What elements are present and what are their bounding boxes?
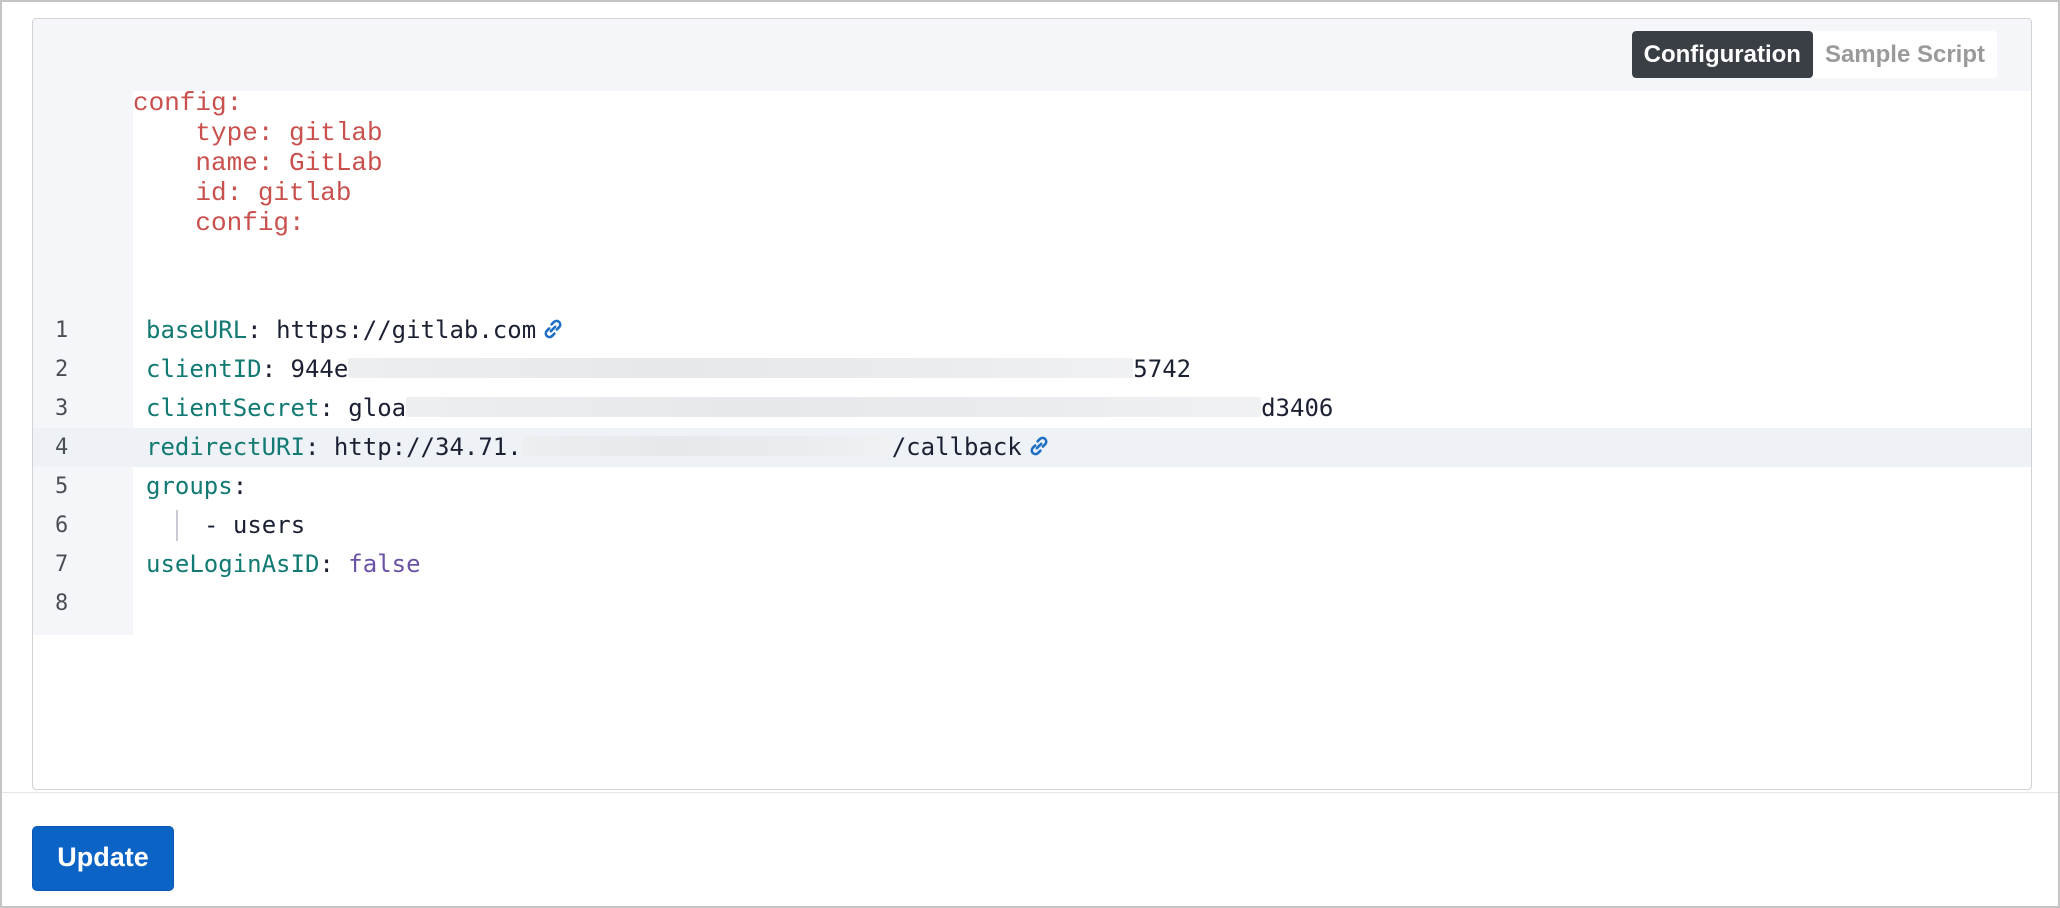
line-content: clientID: 944e 5742 — [146, 355, 1192, 383]
window-frame: Configuration Sample Script config: type… — [0, 0, 2060, 908]
line-number: 4 — [55, 435, 69, 460]
yaml-boolean: false — [348, 550, 421, 578]
redacted-mask — [406, 397, 1262, 417]
line-content: baseURL: https://gitlab.com — [146, 311, 566, 350]
config-preamble: config: type: gitlab name: GitLab id: gi… — [133, 88, 2031, 311]
tab-configuration[interactable]: Configuration — [1631, 31, 1813, 78]
yaml-key: clientID — [146, 355, 262, 383]
yaml-value-start: gloa — [348, 394, 407, 422]
line-content: clientSecret: gloa d3406 — [146, 394, 1334, 422]
yaml-key: baseURL — [146, 316, 248, 344]
redacted-mask — [348, 358, 1134, 378]
indent-guide — [176, 510, 178, 541]
footer-divider — [2, 792, 2058, 793]
link-icon[interactable] — [540, 316, 566, 342]
code-line: 6 - users — [33, 506, 2031, 545]
yaml-key: clientSecret — [146, 394, 320, 422]
code-line: 3 clientSecret: gloa d3406 — [33, 389, 2031, 428]
code-line: 5 groups: — [33, 467, 2031, 506]
redacted-mask — [521, 436, 892, 456]
view-toggle: Configuration Sample Script — [1631, 31, 1997, 78]
link-icon[interactable] — [1026, 433, 1052, 459]
line-number: 3 — [55, 396, 69, 421]
preamble-line: name: GitLab — [133, 148, 383, 178]
yaml-key: groups — [146, 472, 233, 500]
line-content: useLoginAsID: false — [146, 550, 421, 578]
preamble-line: config: — [133, 88, 243, 118]
line-number: 8 — [55, 591, 69, 616]
code-line-active: 4 redirectURI: http://34.71./callback — [33, 428, 2031, 467]
line-content: - users — [204, 506, 305, 545]
yaml-key: useLoginAsID — [146, 550, 320, 578]
line-number: 5 — [55, 474, 69, 499]
code-line: 8 — [33, 584, 2031, 623]
code-line: 1 baseURL: https://gitlab.com — [33, 311, 2031, 350]
line-content: redirectURI: http://34.71./callback — [146, 428, 1052, 467]
yaml-list-item: - users — [204, 511, 306, 539]
code-editor[interactable]: 1 baseURL: https://gitlab.com 2 clientID… — [33, 311, 2031, 635]
line-number: 2 — [55, 357, 69, 382]
preamble-line: id: gitlab — [133, 178, 352, 208]
config-editor: Configuration Sample Script config: type… — [32, 18, 2032, 790]
tab-sample-script[interactable]: Sample Script — [1812, 31, 1997, 78]
code-line: 2 clientID: 944e 5742 — [33, 350, 2031, 389]
preamble-line: type: gitlab — [133, 118, 383, 148]
yaml-value-end: d3406 — [1261, 394, 1334, 422]
yaml-value-start: http://34.71. — [333, 433, 522, 461]
line-number: 1 — [55, 318, 69, 343]
yaml-value: https://gitlab.com — [276, 316, 537, 344]
yaml-value-start: 944e — [290, 355, 349, 383]
line-number: 7 — [55, 552, 69, 577]
yaml-value-end: 5742 — [1133, 355, 1192, 383]
code-line: 7 useLoginAsID: false — [33, 545, 2031, 584]
line-number: 6 — [55, 513, 69, 538]
editor-toolbar: Configuration Sample Script — [33, 19, 2031, 92]
update-button[interactable]: Update — [32, 826, 174, 891]
yaml-value-end: /callback — [891, 433, 1022, 461]
yaml-key: redirectURI — [146, 433, 305, 461]
line-content: groups: — [146, 472, 248, 500]
preamble-line: config: — [133, 208, 305, 238]
